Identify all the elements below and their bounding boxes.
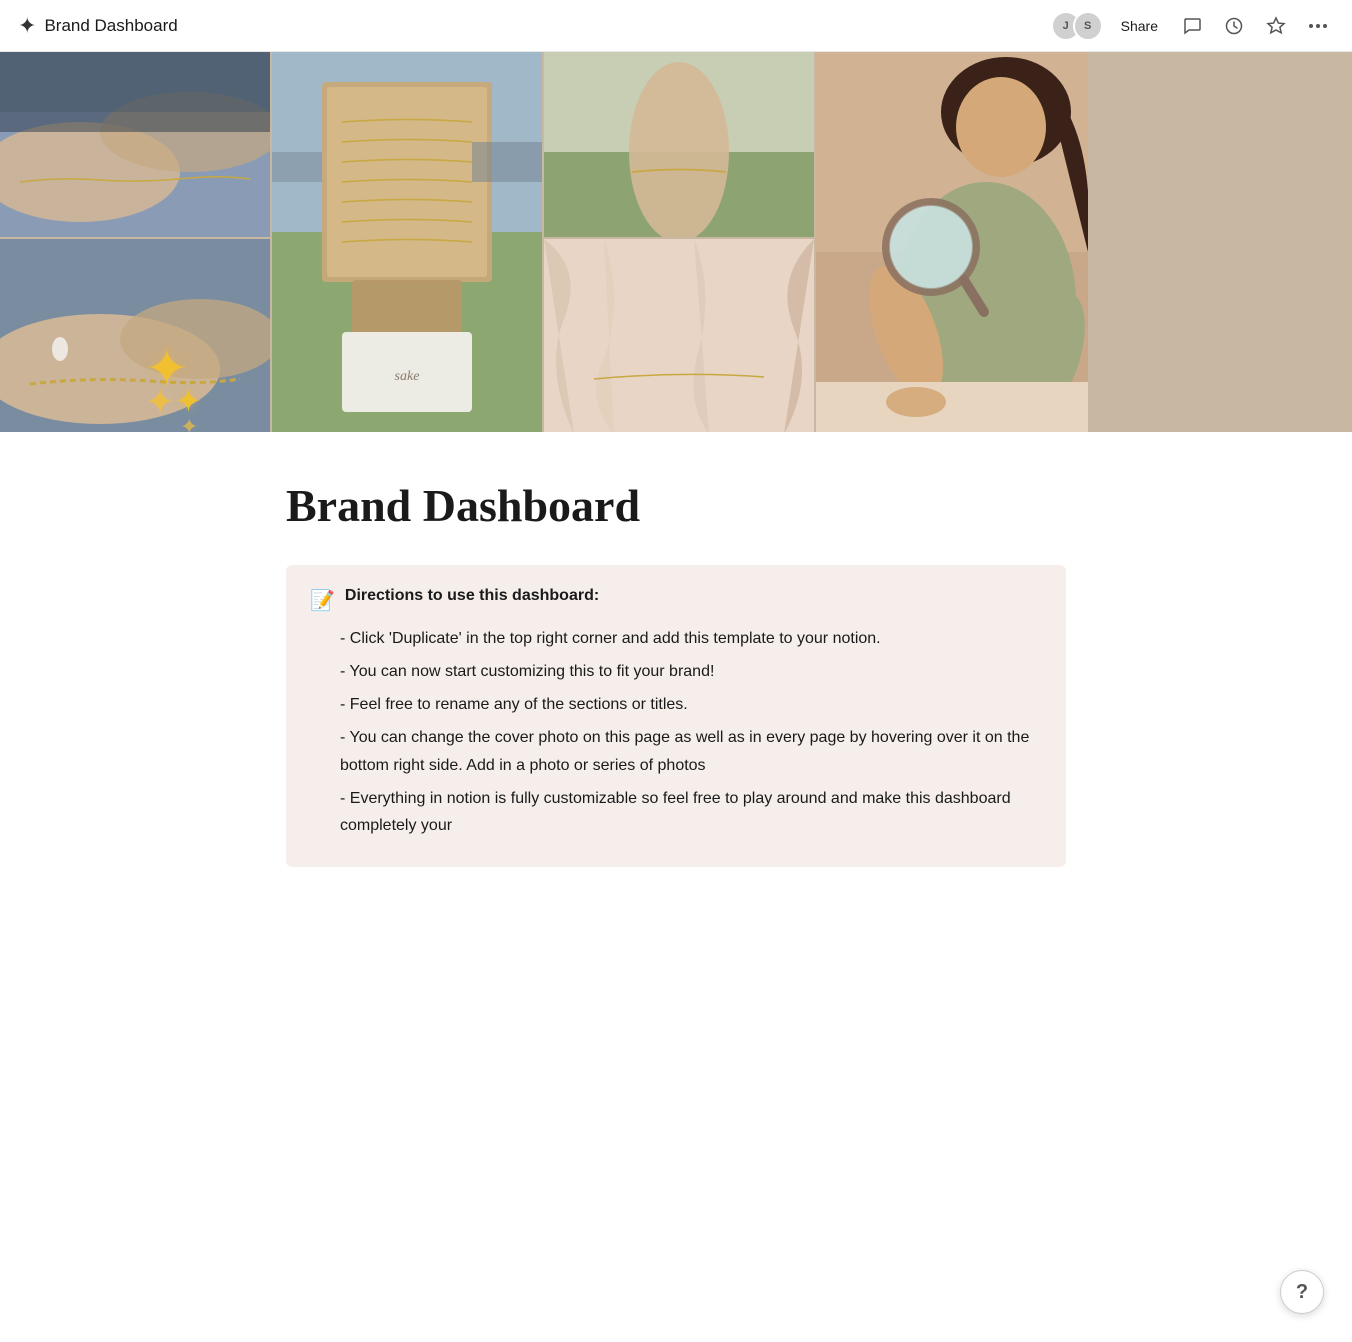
cover-photo-6	[816, 52, 1088, 432]
cover-grid: ✦ ✦	[0, 52, 1352, 432]
more-button[interactable]	[1302, 19, 1334, 33]
svg-text:✦: ✦	[145, 381, 175, 422]
sparkle-icon: ✦	[18, 13, 36, 39]
main-content: Brand Dashboard 📝 Directions to use this…	[246, 432, 1106, 959]
cover-image-area: ✦ ✦	[0, 52, 1352, 432]
callout-box: 📝 Directions to use this dashboard: - Cl…	[286, 565, 1066, 867]
cover-photo-2: ✦ ✦	[0, 239, 270, 432]
callout-emoji: 📝	[310, 588, 335, 613]
star-button[interactable]	[1260, 12, 1292, 40]
callout-line-1: - Click 'Duplicate' in the top right cor…	[340, 625, 1042, 652]
topbar-left: ✦ Brand Dashboard	[18, 13, 178, 39]
callout-line-2: - You can now start customizing this to …	[340, 658, 1042, 685]
comment-button[interactable]	[1176, 12, 1208, 40]
star-icon	[1266, 16, 1286, 36]
avatar-group: J S	[1051, 11, 1103, 41]
topbar: ✦ Brand Dashboard J S Share	[0, 0, 1352, 52]
svg-text:sake: sake	[395, 369, 420, 384]
share-button[interactable]: Share	[1113, 14, 1166, 38]
more-icon	[1308, 23, 1328, 29]
cover-photo-5	[544, 239, 814, 432]
cover-photo-3: sake	[272, 52, 542, 432]
callout-line-5: - Everything in notion is fully customiz…	[340, 785, 1042, 839]
callout-header: 📝 Directions to use this dashboard:	[310, 587, 1042, 613]
callout-title: Directions to use this dashboard:	[345, 587, 599, 605]
callout-body: - Click 'Duplicate' in the top right cor…	[310, 625, 1042, 839]
topbar-right: J S Share	[1051, 11, 1334, 41]
page-title-nav: Brand Dashboard	[44, 16, 177, 36]
history-button[interactable]	[1218, 12, 1250, 40]
callout-line-4: - You can change the cover photo on this…	[340, 724, 1042, 778]
help-button[interactable]: ?	[1280, 1270, 1324, 1314]
svg-text:✦: ✦	[180, 414, 198, 432]
history-icon	[1224, 16, 1244, 36]
page-title: Brand Dashboard	[286, 480, 1066, 533]
callout-line-3: - Feel free to rename any of the section…	[340, 691, 1042, 718]
cover-photo-4	[544, 52, 814, 237]
cover-photo-1	[0, 52, 270, 237]
avatar-s: S	[1073, 11, 1103, 41]
comment-icon	[1182, 16, 1202, 36]
